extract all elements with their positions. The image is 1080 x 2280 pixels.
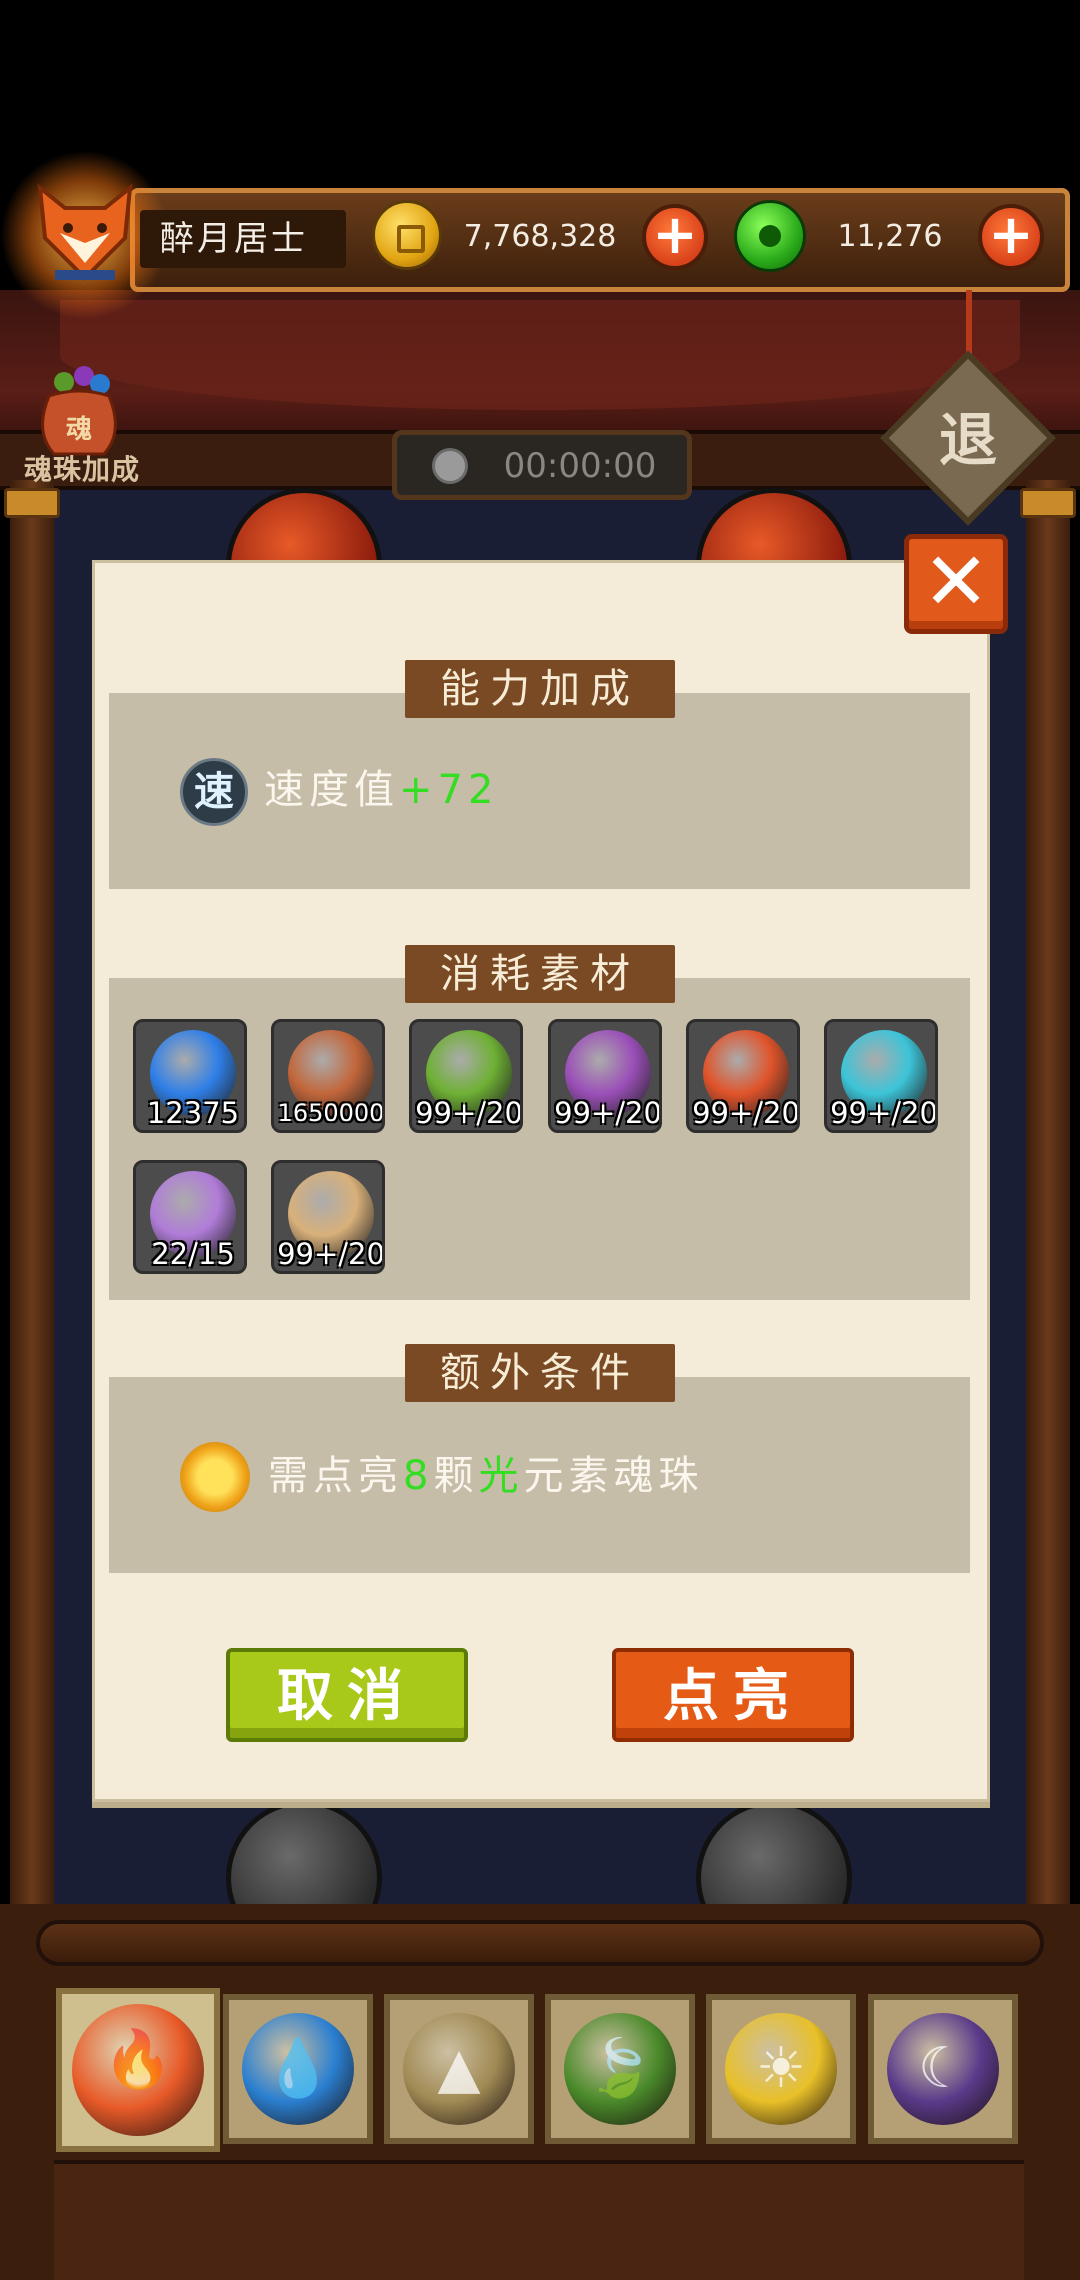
condition-mid: 颗 — [433, 1453, 479, 1499]
fox-mask-avatar[interactable] — [30, 178, 140, 288]
tab-dark[interactable]: ☾ — [868, 1994, 1018, 2144]
bottom-plate — [54, 2160, 1024, 2280]
timer-text: 00:00:00 — [503, 446, 657, 486]
soul-bead-bonus-label: 魂珠加成 — [23, 453, 140, 486]
close-icon[interactable]: ✕ — [914, 540, 998, 624]
speed-stat: 速度值+72 — [264, 762, 498, 818]
material-item-heart-orb[interactable]: 99+/20 — [686, 1019, 800, 1133]
material-count: 12375 — [146, 1096, 240, 1130]
tab-water[interactable]: 💧 — [223, 1994, 373, 2144]
material-count: 99+/20 — [277, 1237, 385, 1271]
condition-element: 光 — [478, 1453, 524, 1499]
material-count: 99+/20 — [554, 1096, 662, 1130]
tab-fire[interactable]: 🔥 — [56, 1988, 220, 2152]
water-drop-icon: 💧 — [242, 2013, 354, 2125]
svg-text:魂: 魂 — [66, 415, 92, 445]
condition-suffix: 元素魂珠 — [523, 1453, 704, 1499]
jade-amount: 11,276 — [837, 219, 943, 254]
material-count: 22/15 — [151, 1237, 235, 1271]
material-item-gem-badge-orb[interactable]: 99+/20 — [271, 1160, 385, 1274]
stopwatch-icon — [432, 448, 468, 484]
material-item-feather-orb[interactable]: 99+/20 — [548, 1019, 662, 1133]
add-jade-button[interactable]: + — [978, 204, 1044, 270]
gold-amount: 7,768,328 — [463, 219, 617, 254]
condition-prefix: 需点亮 — [268, 1453, 403, 1499]
player-name: 醉月居士 — [160, 219, 308, 259]
material-item-blue-flame[interactable]: 12375 — [133, 1019, 247, 1133]
tab-earth[interactable]: ▲ — [384, 1994, 534, 2144]
ability-title: 能力加成 — [405, 660, 675, 718]
bottom-rod — [36, 1920, 1044, 1966]
mountain-icon: ▲ — [403, 2013, 515, 2125]
right-pillar-cap — [1020, 488, 1076, 518]
sun-icon — [180, 1442, 250, 1512]
material-item-coin-bag[interactable]: 1650000 — [271, 1019, 385, 1133]
leaf-icon: 🍃 — [564, 2013, 676, 2125]
material-count: 99+/20 — [415, 1096, 523, 1130]
light-up-button[interactable]: 点亮 — [612, 1648, 854, 1742]
jade-icon — [734, 200, 806, 272]
speed-label: 速度值 — [264, 767, 399, 813]
tab-light[interactable]: ☀ — [706, 1994, 856, 2144]
roof-curve — [60, 300, 1020, 410]
sun-element-icon: ☀ — [725, 2013, 837, 2125]
condition-text: 需点亮8颗光元素魂珠 — [268, 1446, 703, 1506]
extra-title: 额外条件 — [405, 1344, 675, 1402]
material-count: 1650000 — [277, 1099, 385, 1127]
exit-label[interactable]: 退 — [918, 400, 1018, 480]
add-gold-button[interactable]: + — [642, 204, 708, 270]
moon-icon: ☾ — [887, 2013, 999, 2125]
soul-bead-bag-icon[interactable]: 魂 — [34, 362, 124, 458]
speed-icon: 速 — [180, 758, 248, 826]
condition-count: 8 — [403, 1453, 434, 1499]
material-count: 99+/20 — [830, 1096, 938, 1130]
cancel-button[interactable]: 取消 — [226, 1648, 468, 1742]
materials-title: 消耗素材 — [405, 945, 675, 1003]
material-item-crystal-orb[interactable]: 99+/20 — [824, 1019, 938, 1133]
speed-bonus: +72 — [399, 767, 499, 813]
tab-wood[interactable]: 🍃 — [545, 1994, 695, 2144]
material-count: 99+/20 — [692, 1096, 800, 1130]
material-item-book-orb[interactable]: 22/15 — [133, 1160, 247, 1274]
gold-coin-icon — [372, 200, 442, 270]
material-item-clover-orb[interactable]: 99+/20 — [409, 1019, 523, 1133]
left-pillar-cap — [4, 488, 60, 518]
fire-icon: 🔥 — [72, 2004, 204, 2136]
